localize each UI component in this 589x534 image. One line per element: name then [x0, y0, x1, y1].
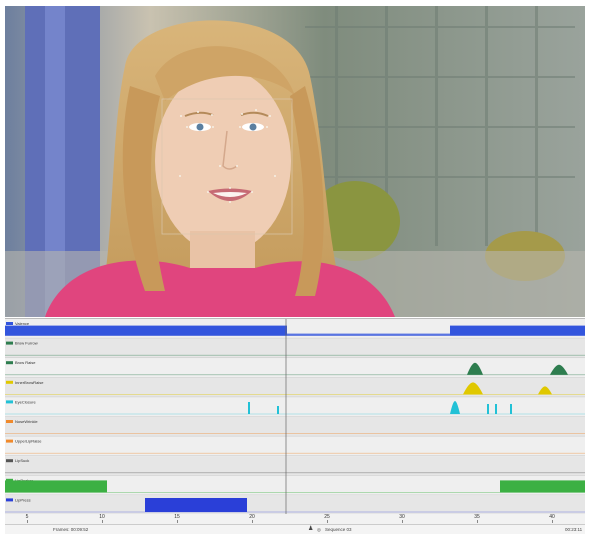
- track-swatch: [6, 322, 13, 325]
- track-swatch: [6, 341, 13, 345]
- status-bar: Frames: 00:09:52 ♟ ◎ Sequence 03 00:23:1…: [5, 525, 585, 534]
- track-row-1[interactable]: Valence: [5, 319, 585, 339]
- track-row-10[interactable]: LipPress: [5, 495, 585, 515]
- track-row-6[interactable]: NoseWrinkle: [5, 417, 585, 437]
- axis-tick-mark: [477, 520, 478, 523]
- axis-tick-mark: [402, 520, 403, 523]
- signal-spike: [277, 406, 279, 414]
- video-image: [5, 6, 585, 317]
- axis-tick-mark: [177, 520, 178, 523]
- track-swatch: [6, 459, 13, 463]
- track-row-9[interactable]: LipPucker: [5, 475, 585, 496]
- track-row-2[interactable]: Brow Furrow: [5, 338, 585, 359]
- sequence-label[interactable]: Sequence 03: [325, 527, 352, 532]
- track-label: UpperLipRaise: [15, 439, 42, 444]
- timeline-panel[interactable]: Valence Brow Furrow Brow Raise InnerBrowRai…: [5, 318, 585, 516]
- signal-spike: [495, 404, 497, 414]
- signal-block: [450, 325, 585, 336]
- track-row-5[interactable]: EyeClosure: [5, 397, 585, 417]
- track-label: Brow Furrow: [15, 341, 38, 346]
- track-swatch: [6, 498, 13, 502]
- signal-block: [5, 325, 287, 336]
- person-icon: ♟: [308, 526, 314, 532]
- track-row-8[interactable]: LipSuck: [5, 456, 585, 476]
- duration-readout: 00:23:11: [565, 527, 583, 532]
- axis-tick-mark: [102, 520, 103, 523]
- track-row-4[interactable]: InnerBrowRaise: [5, 377, 585, 398]
- frames-readout: Frames: 00:09:52: [53, 527, 89, 532]
- signal-block: [500, 480, 585, 493]
- axis-tick-mark: [327, 520, 328, 523]
- track-swatch: [6, 439, 13, 443]
- track-label: EyeClosure: [15, 399, 36, 404]
- track-swatch: [6, 400, 13, 404]
- track-swatch: [6, 420, 13, 423]
- signal-spike: [487, 404, 489, 414]
- axis-tick-mark: [27, 520, 28, 523]
- track-label: Brow Raise: [15, 360, 36, 365]
- signal-spike: [248, 402, 250, 414]
- axis-tick-mark: [252, 520, 253, 523]
- track-label: LipPress: [15, 497, 31, 502]
- video-frame[interactable]: [5, 6, 585, 317]
- tracks-canvas: Valence Brow Furrow Brow Raise InnerBrowRai…: [5, 319, 585, 515]
- axis-tick-mark: [552, 520, 553, 523]
- track-swatch: [6, 361, 13, 365]
- track-row-7[interactable]: UpperLipRaise: [5, 436, 585, 457]
- track-row-3[interactable]: Brow Raise: [5, 358, 585, 378]
- track-label: InnerBrowRaise: [15, 380, 44, 385]
- signal-spike: [510, 404, 512, 414]
- track-label: Valence: [15, 321, 30, 326]
- sequence-icon: ◎: [317, 527, 321, 532]
- signal-block: [5, 480, 107, 493]
- track-label: NoseWrinkle: [15, 419, 38, 424]
- signal-block: [145, 498, 247, 512]
- time-axis[interactable]: 5 10 15 20 25 30 35 40: [5, 514, 585, 525]
- track-swatch: [6, 380, 13, 384]
- track-label: LipSuck: [15, 458, 29, 463]
- signal-trace: [287, 333, 450, 336]
